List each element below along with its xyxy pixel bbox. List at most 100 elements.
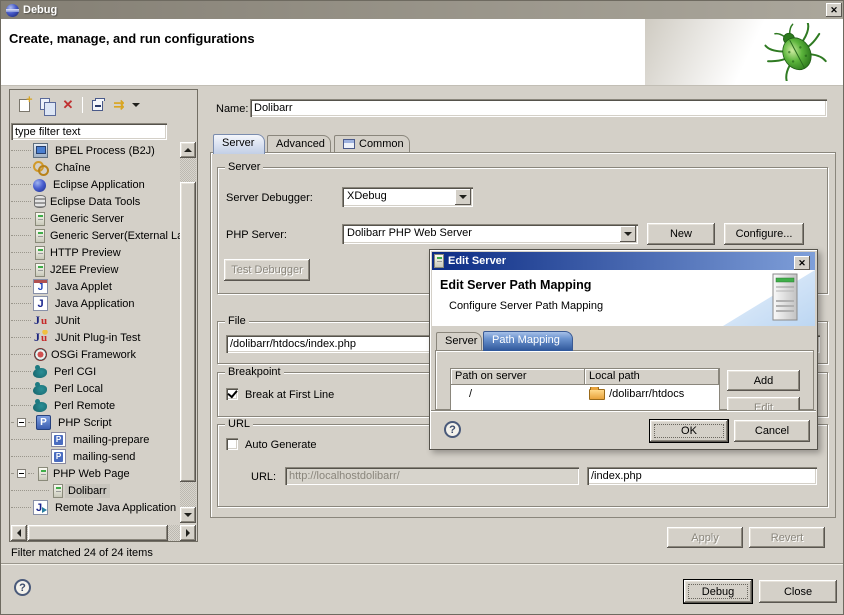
close-button[interactable]: Close	[759, 580, 837, 603]
tree-item-eclipse-data-tools[interactable]: Eclipse Data Tools	[11, 193, 180, 210]
filter-menu-caret-icon[interactable]	[132, 103, 140, 107]
tree-item-dolibarr[interactable]: Dolibarr	[11, 482, 180, 499]
duplicate-icon	[40, 98, 50, 110]
tree-item-perl-local[interactable]: Perl Local	[11, 380, 180, 397]
tree-item-junit-plug-in-test[interactable]: JUnit Plug-in Test	[11, 329, 180, 346]
edit-server-subheading: Configure Server Path Mapping	[449, 300, 603, 312]
break-first-line-checkbox[interactable]	[226, 388, 238, 400]
edit-server-button-bar: ? OK Cancel	[431, 410, 816, 449]
tree-item-php-script[interactable]: PHP Script	[11, 414, 180, 431]
collapse-all-button[interactable]	[86, 95, 108, 115]
duplicate-configuration-button[interactable]	[35, 95, 57, 115]
table-row[interactable]: / /dolibarr/htdocs	[451, 385, 719, 402]
test-debugger-button[interactable]: Test Debugger	[224, 259, 310, 281]
debug-button[interactable]: Debug	[684, 580, 752, 603]
help-icon[interactable]: ?	[444, 421, 461, 438]
tree-item-java-applet[interactable]: Java Applet	[11, 278, 180, 295]
server-debugger-select[interactable]: XDebug	[342, 187, 473, 207]
tab-advanced[interactable]: Advanced	[267, 135, 331, 153]
tree-item-php-web-page[interactable]: PHP Web Page	[11, 465, 180, 482]
camel-icon	[33, 385, 47, 395]
toolbar-separator	[82, 97, 83, 113]
add-mapping-button[interactable]: Add	[727, 370, 800, 391]
php-server-select[interactable]: Dolibarr PHP Web Server	[342, 224, 638, 244]
dropdown-arrow-icon[interactable]	[455, 189, 471, 205]
table-icon	[343, 139, 355, 149]
edit-server-titlebar[interactable]: Edit Server ✕	[432, 252, 815, 270]
edit-server-close-button[interactable]: ✕	[794, 256, 810, 270]
vertical-scroll-thumb[interactable]	[180, 182, 196, 482]
scroll-up-icon[interactable]	[180, 142, 196, 158]
file-group-title: File	[225, 315, 249, 327]
tree-item-bpel-process-b2j[interactable]: BPEL Process (B2J)	[11, 142, 180, 159]
tree-item-generic-server-external-la[interactable]: Generic Server(External La	[11, 227, 180, 244]
tab-common[interactable]: Common	[334, 135, 410, 153]
edit-server-header: Edit Server Path Mapping Configure Serve…	[432, 270, 815, 326]
new-page-icon: +	[19, 99, 30, 112]
url-path-input[interactable]	[587, 467, 817, 485]
tree-horizontal-scrollbar[interactable]	[11, 525, 196, 541]
delete-configuration-button[interactable]: ✕	[57, 95, 79, 115]
footer-separator	[1, 563, 844, 565]
tree-item-mailing-prepare[interactable]: mailing-prepare	[11, 431, 180, 448]
ok-button[interactable]: OK	[650, 420, 728, 442]
tree-item-http-preview[interactable]: HTTP Preview	[11, 244, 180, 261]
scroll-right-icon[interactable]	[180, 525, 196, 541]
help-icon[interactable]: ?	[14, 579, 31, 596]
server-icon	[38, 467, 48, 481]
sphere-icon	[33, 179, 46, 192]
apply-button[interactable]: Apply	[667, 527, 743, 548]
filter-input[interactable]	[11, 123, 167, 140]
tree-item-j2ee-preview[interactable]: J2EE Preview	[11, 261, 180, 278]
tree-item-cha-ne[interactable]: Chaîne	[11, 159, 180, 176]
tree-item-perl-remote[interactable]: Perl Remote	[11, 397, 180, 414]
configure-server-button[interactable]: Configure...	[724, 223, 804, 245]
tree-item-generic-server[interactable]: Generic Server	[11, 210, 180, 227]
column-header-local-path[interactable]: Local path	[585, 369, 719, 385]
filter-status-text: Filter matched 24 of 24 items	[11, 547, 153, 559]
tree-item-perl-cgi[interactable]: Perl CGI	[11, 363, 180, 380]
collapse-all-icon	[92, 100, 103, 111]
cancel-button[interactable]: Cancel	[734, 420, 810, 442]
server-tower-graphic	[695, 270, 815, 326]
tree-item-eclipse-application[interactable]: Eclipse Application	[11, 176, 180, 193]
tree-item-mailing-send[interactable]: mailing-send	[11, 448, 180, 465]
tab-path-mapping[interactable]: Path Mapping	[483, 331, 573, 351]
window-titlebar[interactable]: Debug ✕	[1, 1, 844, 19]
column-header-path-on-server[interactable]: Path on server	[451, 369, 585, 385]
filter-button[interactable]: ⇉	[108, 95, 130, 115]
camel-icon	[33, 402, 47, 412]
junitp-icon	[33, 330, 48, 345]
scroll-left-icon[interactable]	[11, 525, 27, 541]
revert-button[interactable]: Revert	[749, 527, 825, 548]
tree-item-java-application[interactable]: Java Application	[11, 295, 180, 312]
scroll-down-icon[interactable]	[180, 507, 196, 523]
new-server-button[interactable]: New	[647, 223, 715, 245]
horizontal-scroll-thumb[interactable]	[28, 525, 168, 541]
collapse-expander-icon[interactable]	[17, 469, 26, 478]
osgi-icon	[34, 348, 47, 361]
folder-icon	[589, 389, 605, 400]
tab-server[interactable]: Server	[213, 134, 265, 154]
tab-edit-server[interactable]: Server	[436, 332, 482, 350]
server-icon	[35, 212, 45, 226]
config-tree: BPEL Process (B2J)ChaîneEclipse Applicat…	[11, 142, 180, 518]
php-icon	[36, 415, 51, 430]
server-icon	[35, 246, 45, 260]
tree-vertical-scrollbar[interactable]	[180, 142, 196, 523]
dropdown-arrow-icon[interactable]	[620, 226, 636, 242]
dialog-banner: Create, manage, and run configurations	[1, 19, 844, 86]
tree-item-junit[interactable]: JUnit	[11, 312, 180, 329]
break-first-line-label: Break at First Line	[245, 389, 334, 401]
tree-item-osgi-framework[interactable]: OSGi Framework	[11, 346, 180, 363]
name-input[interactable]	[250, 99, 827, 117]
server-icon	[434, 254, 444, 268]
tree-item-remote-java-application[interactable]: Remote Java Application	[11, 499, 180, 516]
window-title: Debug	[23, 4, 57, 16]
phpfile-icon	[51, 432, 66, 447]
bug-icon	[763, 23, 829, 81]
window-close-button[interactable]: ✕	[826, 3, 842, 17]
auto-generate-checkbox[interactable]	[226, 438, 238, 450]
new-configuration-button[interactable]: +	[13, 95, 35, 115]
collapse-expander-icon[interactable]	[17, 418, 26, 427]
